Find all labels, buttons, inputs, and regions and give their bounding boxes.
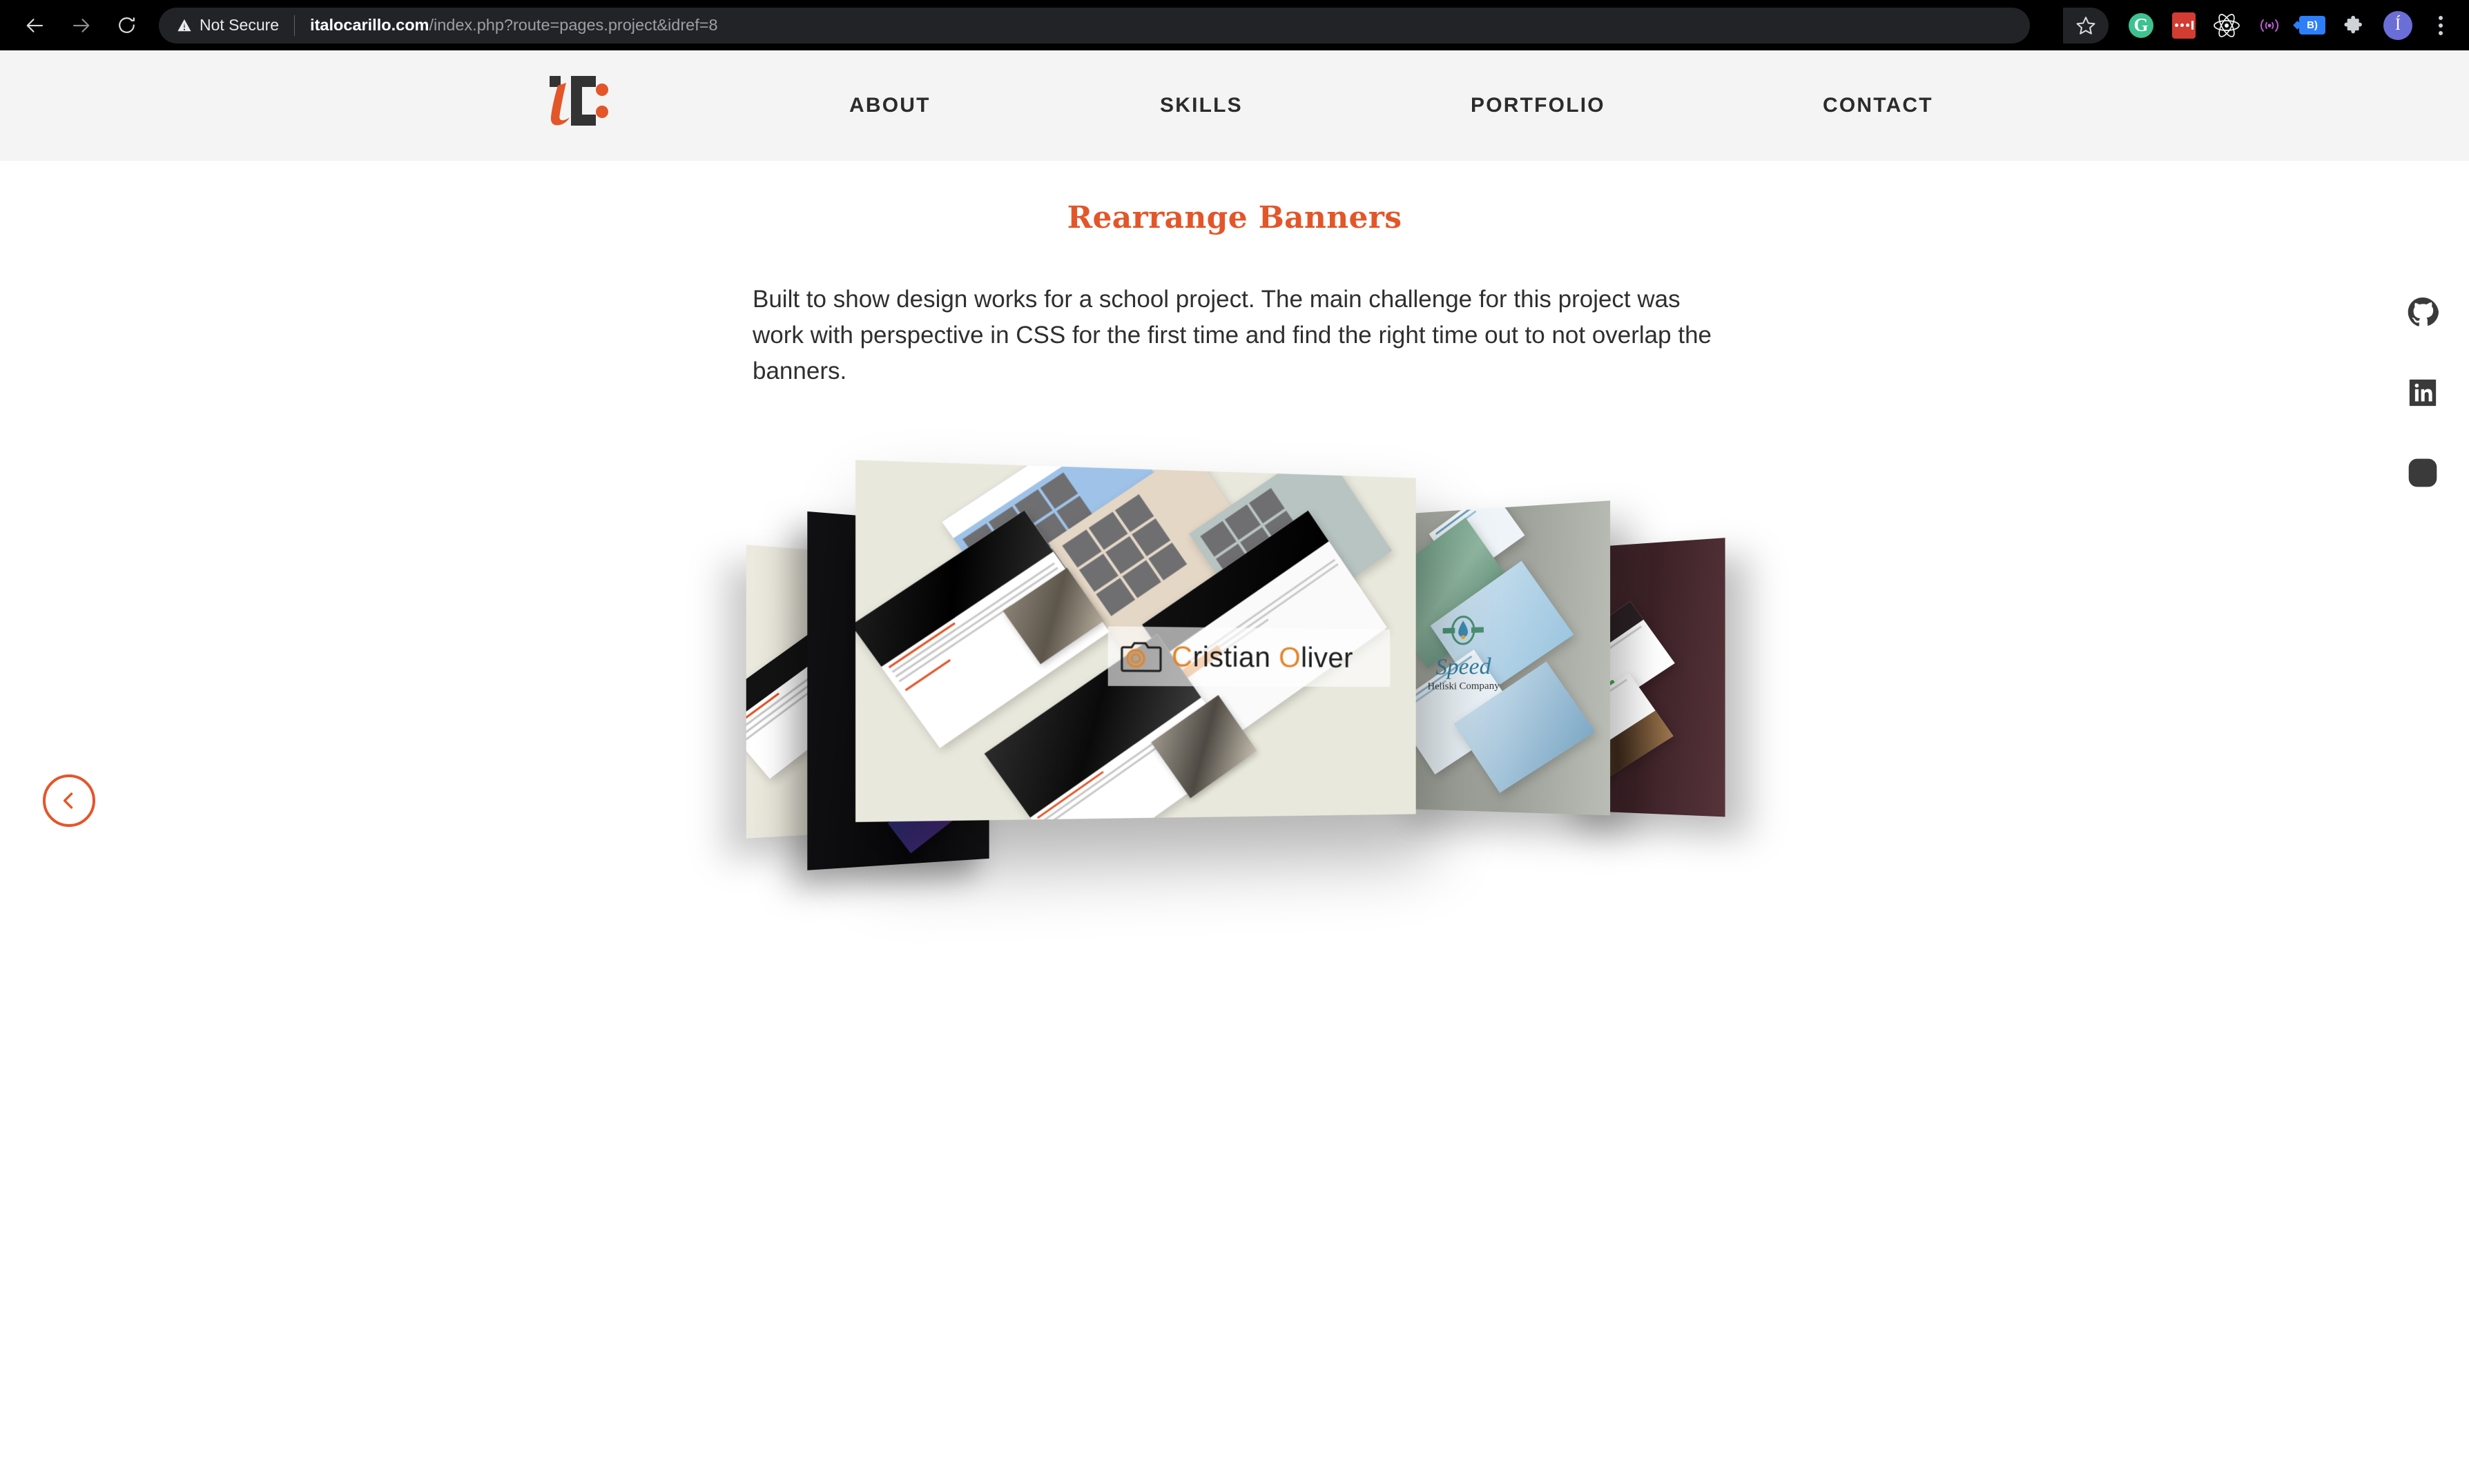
site-logo[interactable] [545, 70, 614, 131]
page-title: Rearrange Banners [1067, 200, 1402, 235]
nav-item-portfolio[interactable]: PORTFOLIO [1471, 94, 1605, 117]
browser-nav-buttons [0, 3, 149, 48]
kebab-menu-icon[interactable] [2419, 4, 2462, 47]
site-navigation: ABOUT SKILLS PORTFOLIO CONTACT [794, 50, 2002, 161]
banner-panel-gray[interactable]: Speed Heliski Company [1387, 500, 1611, 816]
omnibox-divider [294, 14, 296, 36]
lastpass-extension-icon[interactable] [2162, 4, 2205, 47]
profile-initial: Í [2383, 10, 2412, 40]
grammarly-extension-icon[interactable]: G [2120, 4, 2162, 47]
extensions-puzzle-icon[interactable] [2334, 4, 2376, 47]
nav-item-about[interactable]: ABOUT [849, 94, 931, 117]
forward-navigation-button[interactable] [58, 3, 104, 48]
camera-icon [1121, 639, 1163, 674]
speed-heliski-brand-overlay: Speed Heliski Company [1403, 611, 1526, 693]
banner-showcase[interactable]: Cristian Oliver Speed Heliski Company [690, 460, 1795, 953]
linkedin-icon[interactable] [2407, 377, 2439, 409]
url-display[interactable]: italocarillo.com/index.php?route=pages.p… [310, 16, 717, 35]
back-to-portfolio-button[interactable] [43, 774, 95, 827]
warning-triangle-icon [177, 19, 191, 31]
bookmark-star-icon[interactable] [2063, 7, 2109, 43]
instagram-icon[interactable] [2407, 457, 2439, 489]
url-host: italocarillo.com [310, 16, 429, 34]
url-path: /index.php?route=pages.project&idref=8 [429, 16, 718, 34]
back-navigation-button[interactable] [12, 3, 58, 48]
cast-wireless-icon[interactable] [2248, 4, 2291, 47]
security-status[interactable]: Not Secure [177, 16, 279, 35]
nav-item-skills[interactable]: SKILLS [1160, 94, 1243, 117]
speed-brand-subtitle: Heliski Company [1427, 680, 1500, 692]
banner-panel-main[interactable]: Cristian Oliver [855, 460, 1416, 823]
address-bar[interactable]: Not Secure italocarillo.com/index.php?ro… [159, 7, 2030, 43]
brand-initial-c: C [1171, 640, 1193, 673]
github-icon[interactable] [2407, 297, 2439, 329]
bookmark-tag-extension-icon[interactable]: B) [2291, 4, 2334, 47]
reload-button[interactable] [104, 3, 149, 48]
browser-toolbar-right: G B) Í [2063, 4, 2469, 47]
react-devtools-extension-icon[interactable] [2205, 4, 2248, 47]
brand-rest-oliver: liver [1301, 641, 1353, 674]
cristian-oliver-brand-overlay: Cristian Oliver [1107, 626, 1391, 687]
speed-brand-word: Speed [1435, 654, 1491, 680]
social-links-rail [2407, 297, 2439, 489]
brand-initial-o: O [1279, 641, 1301, 674]
security-status-label: Not Secure [200, 16, 280, 34]
browser-chrome: Not Secure italocarillo.com/index.php?ro… [0, 0, 2469, 50]
chevron-left-icon [63, 792, 73, 809]
nav-item-contact[interactable]: CONTACT [1823, 94, 1933, 117]
project-description: Built to show design works for a school … [753, 286, 1712, 384]
profile-avatar[interactable]: Í [2376, 4, 2419, 47]
speed-wing-logo-icon [1442, 612, 1484, 652]
brand-name-text: Cristian Oliver [1172, 640, 1353, 674]
brand-rest-cristian: ristian [1192, 640, 1279, 673]
